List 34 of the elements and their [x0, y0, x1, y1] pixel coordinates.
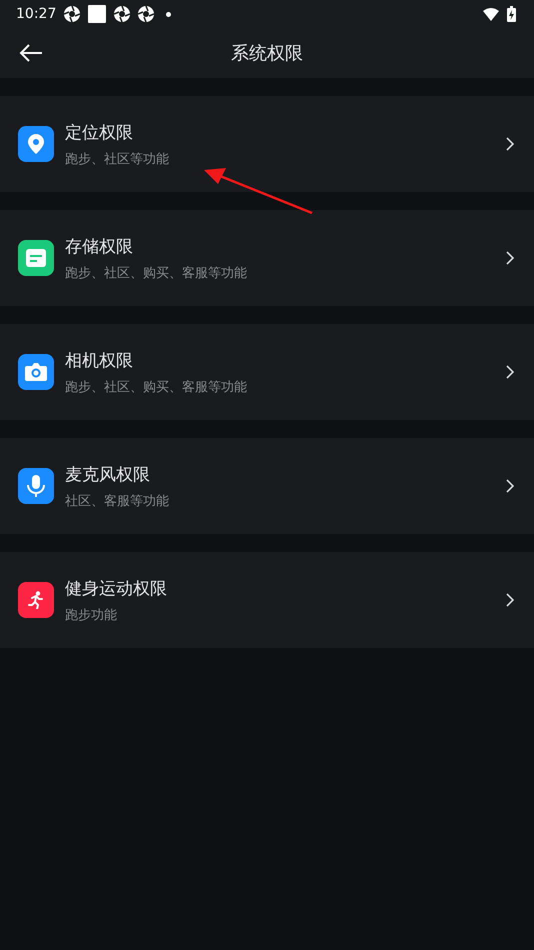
permission-title: 健身运动权限 [65, 578, 168, 600]
aperture-icon [64, 6, 80, 22]
chevron-right-icon [506, 251, 514, 265]
permission-description: 跑步功能 [65, 606, 118, 624]
permission-item[interactable]: 麦克风权限 社区、客服等功能 [0, 438, 534, 534]
page-title: 系统权限 [231, 42, 303, 65]
permission-description: 跑步、社区等功能 [65, 150, 170, 168]
permission-item[interactable]: 定位权限 跑步、社区等功能 [0, 96, 534, 192]
square-icon [88, 5, 106, 23]
permission-description: 社区、客服等功能 [65, 492, 170, 510]
permission-item[interactable]: 存储权限 跑步、社区、购买、客服等功能 [0, 210, 534, 306]
permission-description: 跑步、社区、购买、客服等功能 [65, 378, 248, 396]
permission-item[interactable]: 相机权限 跑步、社区、购买、客服等功能 [0, 324, 534, 420]
status-time: 10:27 [16, 6, 56, 22]
permission-title: 相机权限 [65, 350, 134, 372]
microphone-icon [27, 475, 45, 497]
wifi-icon [483, 8, 499, 20]
location-pin-icon [28, 134, 44, 154]
permission-description: 跑步、社区、购买、客服等功能 [65, 264, 248, 282]
chevron-right-icon [506, 137, 514, 151]
permission-title: 麦克风权限 [65, 464, 151, 486]
running-person-icon [28, 591, 44, 609]
dot-icon [166, 12, 172, 16]
permission-item[interactable]: 健身运动权限 跑步功能 [0, 552, 534, 648]
permission-title: 定位权限 [65, 122, 134, 144]
permission-title: 存储权限 [65, 236, 134, 258]
camera-icon [25, 363, 47, 381]
aperture-icon [138, 6, 154, 22]
chevron-right-icon [506, 479, 514, 493]
chevron-right-icon [506, 593, 514, 607]
battery-icon [507, 6, 516, 22]
document-icon [26, 249, 46, 267]
aperture-icon [114, 6, 130, 22]
chevron-right-icon [506, 365, 514, 379]
